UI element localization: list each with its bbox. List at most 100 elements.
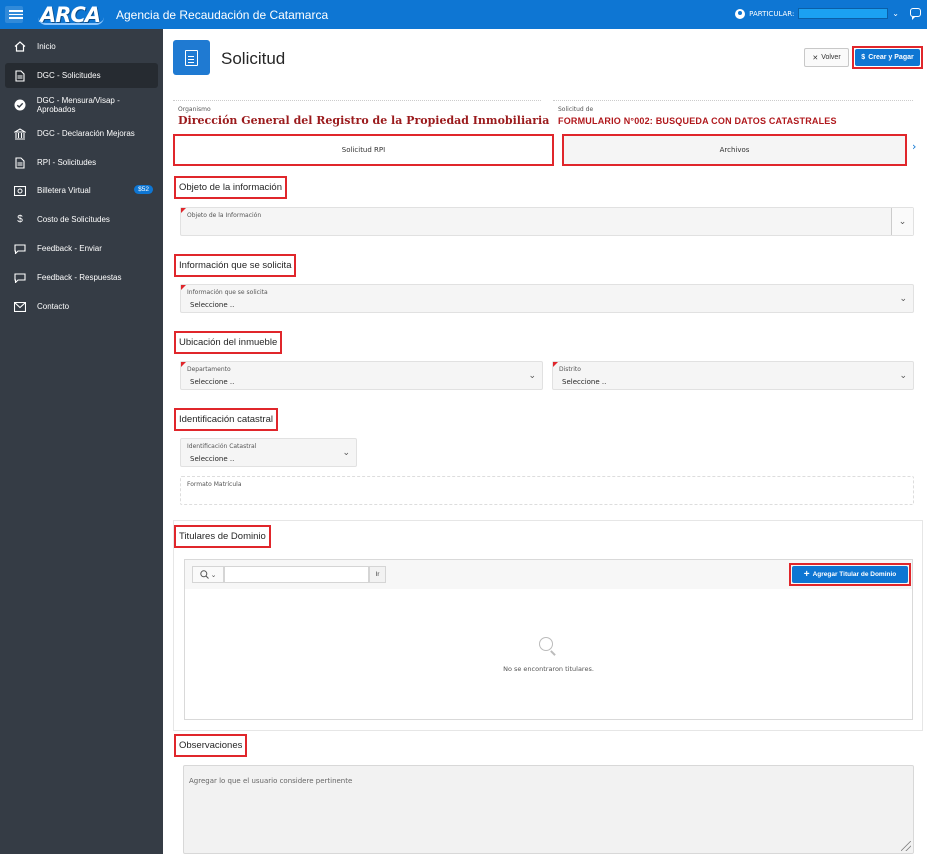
main-content: Solicitud ✕ Volver $ Crear y Pagar Organ… [163,29,927,854]
field-label: Objeto de la Información [187,212,262,219]
sidebar-item-feedback-respuestas[interactable]: Feedback - Respuestas [5,265,158,290]
solicitud-label: Solicitud de [558,106,594,113]
crear-y-pagar-highlight: $ Crear y Pagar [852,46,923,69]
wallet-balance-badge: $52 [134,185,153,194]
search-column-button[interactable]: ⌄ [192,566,224,583]
organismo-value: Dirección General del Registro de la Pro… [178,114,550,127]
app-title: Agencia de Recaudación de Catamarca [116,8,329,22]
tab-label: Archivos [719,146,750,154]
grid-search-input[interactable] [224,566,369,583]
field-value: Seleccione .. [562,378,607,386]
sidebar-item-costo[interactable]: $ Costo de Solicitudes [5,207,158,232]
sidebar-item-inicio[interactable]: Inicio [5,34,158,59]
check-circle-icon [13,98,27,112]
dollar-icon: $ [17,214,23,225]
sidebar-item-feedback-enviar[interactable]: Feedback - Enviar [5,236,158,261]
tab-solicitud-rpi[interactable]: Solicitud RPI [173,134,554,166]
organismo-display: Organismo Dirección General del Registro… [173,100,550,132]
dollar-icon: $ [861,54,866,61]
page-document-icon [173,40,210,75]
chevron-down-icon: ⌄ [210,570,217,579]
chevron-down-icon: ⌄ [899,294,907,304]
textarea-placeholder: Agregar lo que el usuario considere pert… [189,777,353,785]
page-title: Solicitud [221,49,286,68]
close-icon: ✕ [812,54,819,62]
agregar-titular-button[interactable]: + Agregar Titular de Dominio [792,566,908,583]
sidebar-item-label: Contacto [37,302,70,311]
field-label: Departamento [187,366,231,373]
sidebar-nav: Inicio DGC - Solicitudes DGC - Mensura/V… [0,29,163,854]
sidebar-item-label: DGC - Mensura/Visap - Aprobados [36,95,120,114]
field-value: Seleccione .. [190,455,235,463]
sidebar-item-dgc-solicitudes[interactable]: DGC - Solicitudes [5,63,158,88]
section-title-titulares: Titulares de Dominio [174,525,271,548]
chevron-right-icon[interactable]: › [912,140,916,153]
plus-icon: + [803,569,810,580]
section-title-observaciones: Observaciones [174,734,248,757]
sidebar-item-billetera[interactable]: Billetera Virtual $52 [5,178,158,203]
volver-label: Volver [821,54,841,61]
sidebar-item-label: DGC - Solicitudes [37,71,101,80]
formato-matricula-field: Formato Matrícula [180,476,914,505]
departamento-select[interactable]: Departamento Seleccione .. ⌄ [180,361,543,390]
home-icon [13,40,27,54]
agregar-titular-highlight: + Agregar Titular de Dominio [789,563,911,586]
chevron-down-icon: ⌄ [899,371,907,381]
chevron-down-icon: ⌄ [528,371,536,381]
sidebar-item-label: Costo de Solicitudes [37,215,110,224]
field-label: Distrito [559,366,581,373]
sidebar-item-label: Feedback - Enviar [37,244,102,253]
arca-logo: ARCA [38,3,104,27]
bank-icon [13,127,27,141]
chevron-down-icon: ⌄ [342,448,350,458]
user-name-redacted [798,8,889,19]
distrito-select[interactable]: Distrito Seleccione .. ⌄ [552,361,914,390]
chevron-down-icon[interactable]: ⌄ [891,208,913,235]
sidebar-item-contacto[interactable]: Contacto [5,294,158,319]
sidebar-item-dgc-mensura[interactable]: DGC - Mensura/Visap - Aprobados [5,92,158,117]
mail-icon [13,300,27,314]
sidebar-item-rpi-solicitudes[interactable]: RPI - Solicitudes [5,150,158,175]
field-value: Seleccione .. [190,301,235,309]
crear-y-pagar-button[interactable]: $ Crear y Pagar [855,49,920,66]
grid-toolbar: ⌄ Ir + Agregar Titular de Dominio [185,560,912,589]
sidebar-item-label: RPI - Solicitudes [37,158,97,167]
informacion-select[interactable]: Información que se solicita Seleccione .… [180,284,914,313]
tab-archivos[interactable]: Archivos [562,134,907,166]
ir-button[interactable]: Ir [369,566,386,583]
solicitud-value: FORMULARIO N°002: BUSQUEDA CON DATOS CAT… [558,116,837,126]
tab-label: Solicitud RPI [341,146,386,154]
sidebar-item-dgc-mejoras[interactable]: DGC - Declaración Mejoras [5,121,158,146]
field-label: Formato Matrícula [187,481,242,488]
field-value: Seleccione .. [190,378,235,386]
field-label: Identificación Catastral [187,443,257,450]
feedback-chat-icon[interactable] [910,8,921,20]
titulares-grid: ⌄ Ir + Agregar Titular de Dominio No se … [184,559,913,720]
sidebar-item-label: Billetera Virtual [37,186,91,195]
sidebar-item-label: Feedback - Respuestas [37,273,122,282]
chevron-down-icon: ⌄ [892,9,899,18]
section-title-ubicacion: Ubicación del inmueble [174,331,283,354]
search-icon [199,570,209,579]
user-label: PARTICULAR: [749,9,795,18]
menu-toggle-icon[interactable] [5,6,23,23]
observaciones-textarea[interactable]: Agregar lo que el usuario considere pert… [183,765,914,854]
volver-button[interactable]: ✕ Volver [804,48,849,67]
document-icon [13,156,27,170]
top-header: ARCA Agencia de Recaudación de Catamarca… [0,0,927,29]
identificacion-select[interactable]: Identificación Catastral Seleccione .. ⌄ [180,438,357,467]
objeto-field[interactable]: Objeto de la Información ⌄ [180,207,914,236]
chat-icon [13,271,27,285]
resize-handle-icon[interactable] [901,841,911,851]
section-title-identificacion: Identificación catastral [174,408,278,431]
crear-label: Crear y Pagar [868,54,914,61]
wallet-icon [13,184,27,198]
field-label: Información que se solicita [187,289,268,296]
empty-message: No se encontraron titulares. [503,665,594,673]
user-menu[interactable]: PARTICULAR: ⌄ [735,8,899,19]
section-title-informacion: Información que se solicita [174,254,297,277]
organismo-label: Organismo [178,106,211,113]
user-icon [735,8,746,19]
chat-icon [13,242,27,256]
sidebar-item-label: Inicio [37,42,56,51]
